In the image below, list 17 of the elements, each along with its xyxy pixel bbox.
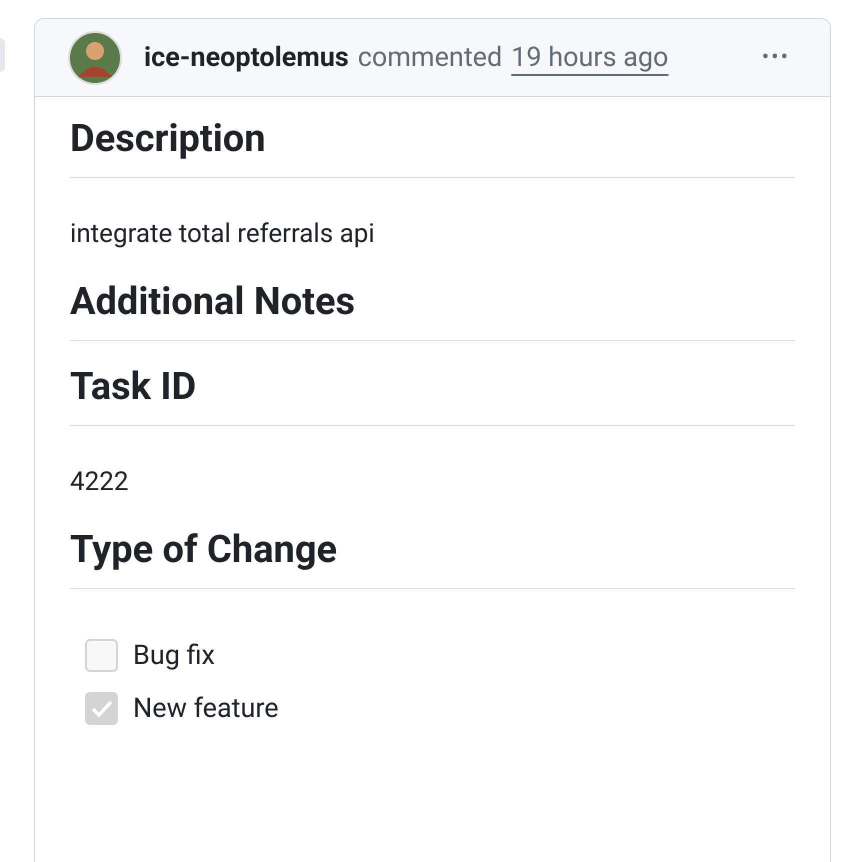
checkbox[interactable] (85, 639, 118, 672)
checkbox-label: Bug fix (133, 638, 215, 674)
more-options-button[interactable]: ••• (762, 41, 790, 74)
timestamp-link[interactable]: 19 hours ago (511, 37, 668, 78)
timeline-marker (0, 38, 5, 72)
checkbox-label: New feature (133, 691, 279, 726)
paragraph: integrate total referrals api (70, 218, 376, 251)
section-heading: Additional Notes (70, 260, 795, 341)
checkbox[interactable] (85, 692, 118, 725)
section-heading: Type of Change (70, 508, 795, 589)
section-heading: Description (70, 97, 795, 178)
author-name[interactable]: ice-neoptolemus (144, 37, 349, 78)
paragraph: 4222 (70, 466, 130, 499)
avatar (68, 30, 122, 84)
comment-action: commented (358, 40, 502, 76)
checkmark-icon (90, 700, 112, 718)
section-heading: Task ID (70, 345, 795, 426)
